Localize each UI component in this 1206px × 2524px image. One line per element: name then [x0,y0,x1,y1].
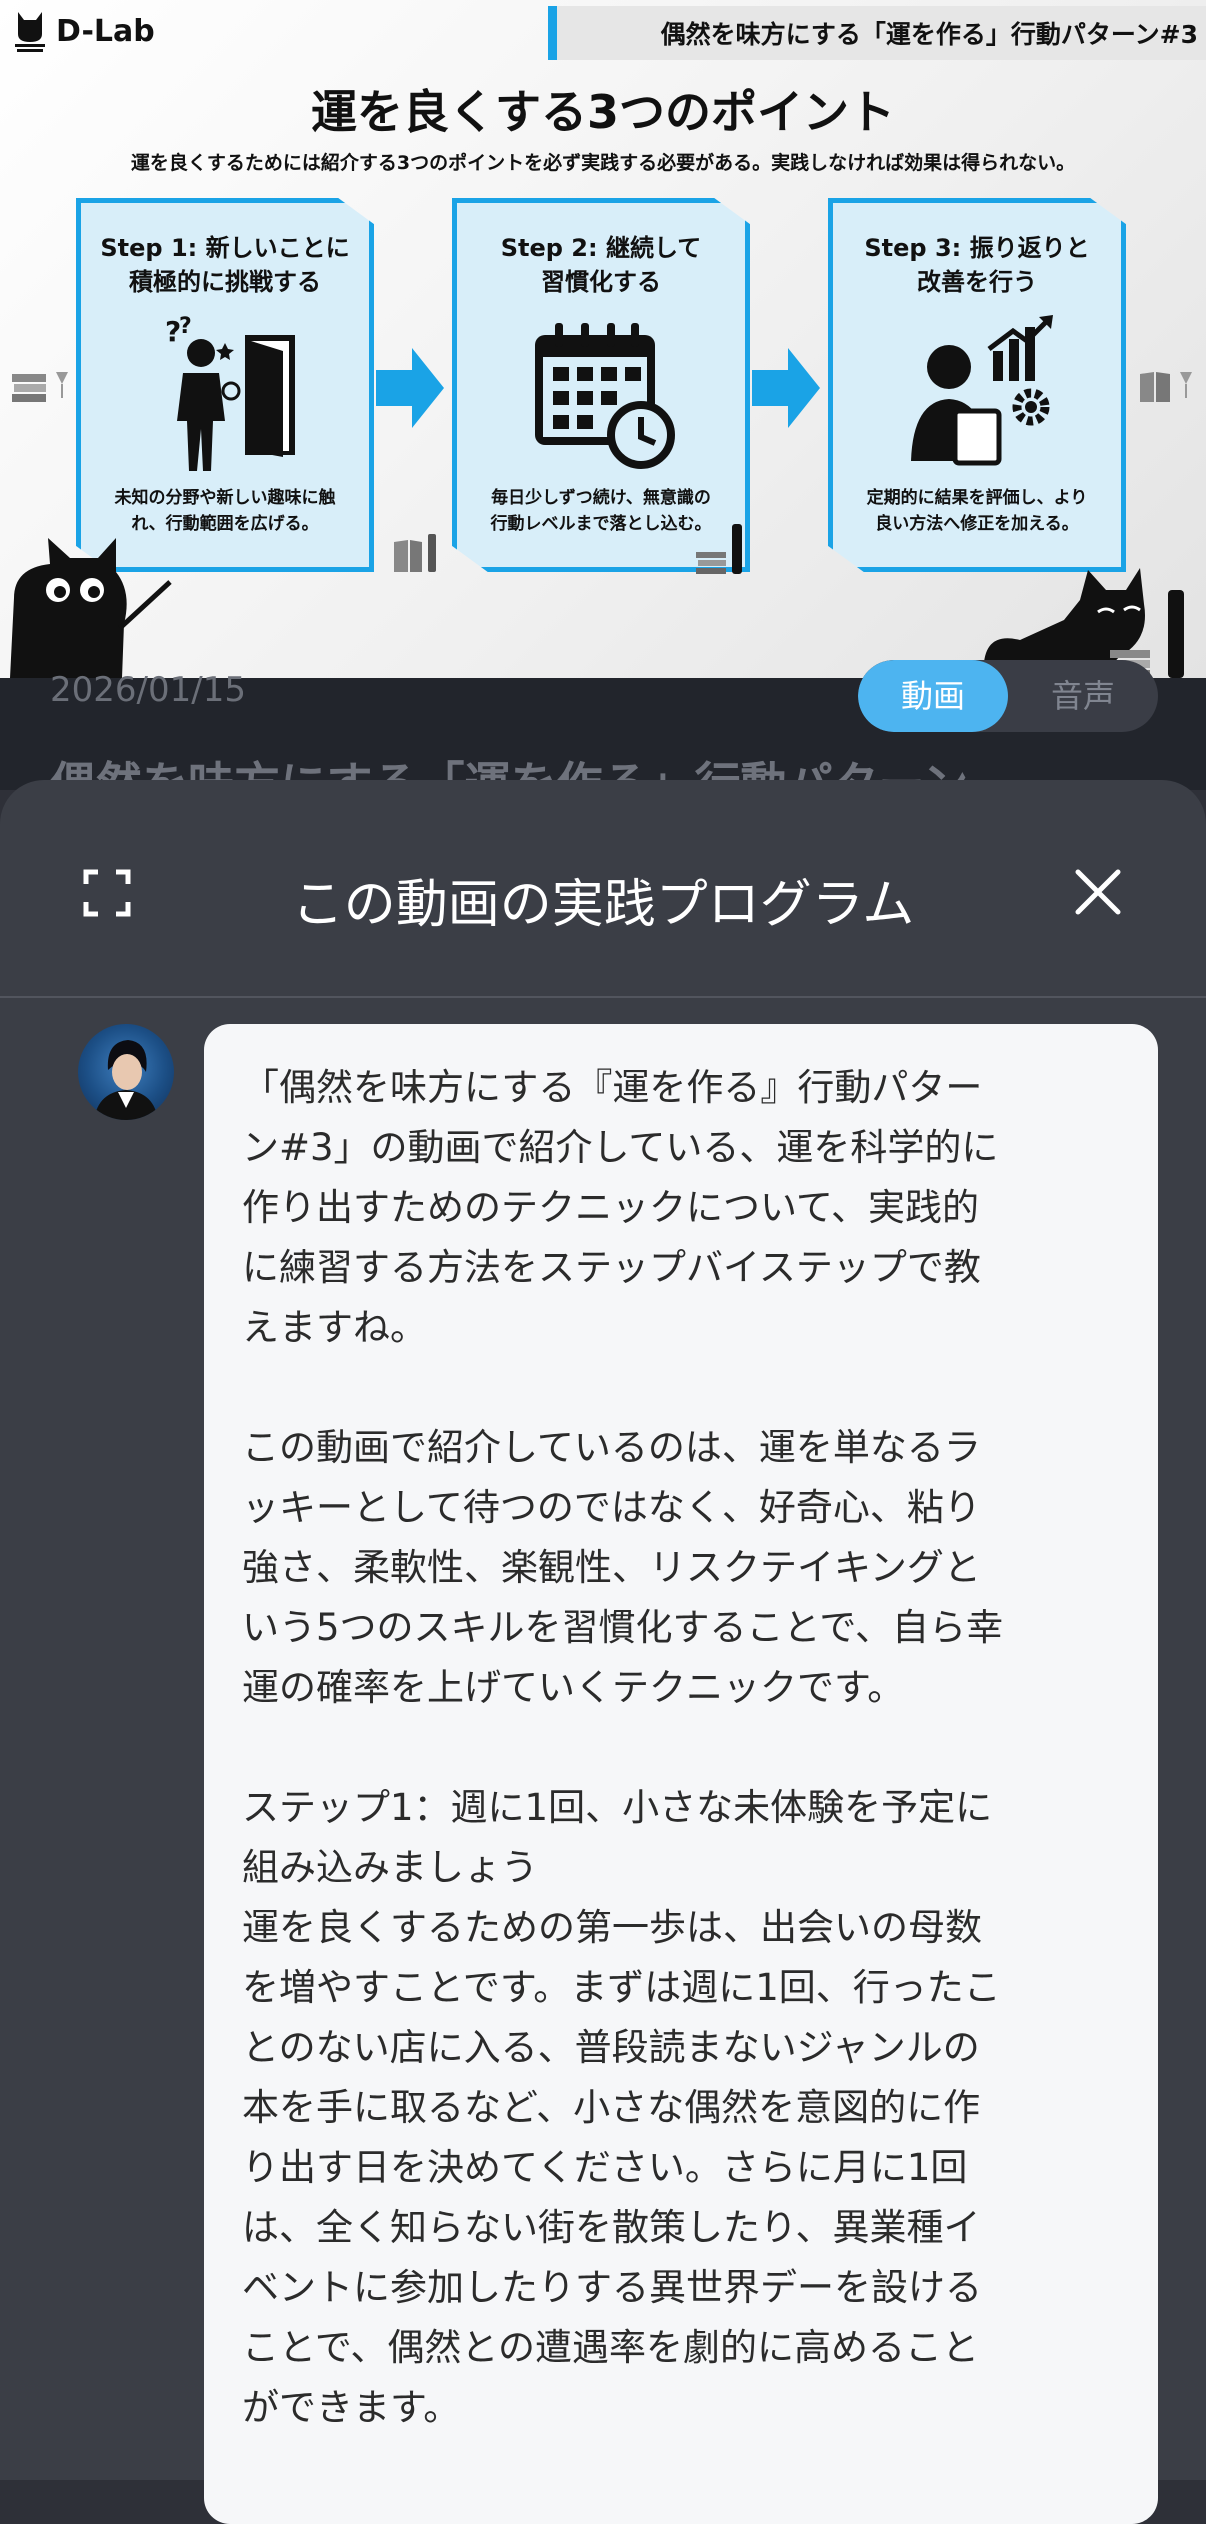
assistant-message-bubble: 「偶然を味方にする『運を作る』行動パター ン#3」の動画で紹介している、運を科学… [204,1024,1158,2524]
cat-mascot-pointer [10,538,172,678]
thumbnail-subtitle: 運を良くするためには紹介する3つのポイントを必ず実践する必要がある。実践しなけれ… [130,152,1076,174]
thumbnail-title: 運を良くする3つのポイント [310,85,895,139]
step-card-2: Step 2: 継続して 習慣化する 毎日少しずつ続け、無意識の 行動レベルまで… [452,198,750,572]
books-bottle-icon [394,534,436,572]
step-card-3: Step 3: 振り返りと 改善を行う 定期的に結果を評価し、より 良い方法へ修… [828,198,1126,572]
sheet-title: この動画の実践プログラム [291,875,915,935]
step-desc: 毎日少しずつ続け、無意識の 行動レベルまで落とし込む。 [490,488,712,534]
arrow-right-icon [752,348,820,428]
sheet-header: この動画の実践プログラム [0,780,1206,996]
close-icon[interactable] [1072,866,1124,918]
logo-text: D-Lab [56,13,155,49]
review-chart-icon [911,315,1053,466]
step-title: Step 3: 振り返りと 改善を行う [864,234,1090,296]
sheet-divider [0,996,1206,998]
toggle-video[interactable]: 動画 [858,660,1008,732]
svg-text:?: ? [179,314,192,339]
assistant-message-text: 「偶然を味方にする『運を作る』行動パター ン#3」の動画で紹介している、運を科学… [242,1066,1003,2429]
media-toggle[interactable]: 動画 音声 [858,660,1158,732]
step-desc: 定期的に結果を評価し、より 良い方法へ修正を加える。 [866,488,1088,534]
books-icon [12,372,68,402]
practice-program-sheet: この動画の実践プログラム 「偶然を味方にする『運を作る』行動パター ン#3」の動… [0,780,1206,2524]
calendar-clock-icon [535,323,675,469]
explorer-door-icon: ? ? [165,314,295,471]
video-date: 2026/01/15 [50,670,246,710]
video-thumbnail[interactable]: D-Lab 偶然を味方にする「運を作る」行動パターン#3 運を良くする3つのポイ… [0,0,1206,678]
step-title: Step 1: 新しいことに 積極的に挑戦する [100,234,350,296]
cat-logo-icon [15,12,45,52]
books-icon [1140,372,1192,402]
books-bottle-icon [696,524,742,574]
step-title: Step 2: 継続して 習慣化する [500,234,702,296]
arrow-right-icon [376,348,444,428]
avatar [78,1024,174,1120]
avatar-person-icon [94,1040,158,1120]
step-card-1: Step 1: 新しいことに 積極的に挑戦する ? ? 未知の分野や新しい趣味に… [76,198,374,572]
dlab-logo: D-Lab [12,8,155,54]
toggle-audio[interactable]: 音声 [1008,660,1158,732]
thumbnail-banner: 偶然を味方にする「運を作る」行動パターン#3 [548,6,1206,60]
